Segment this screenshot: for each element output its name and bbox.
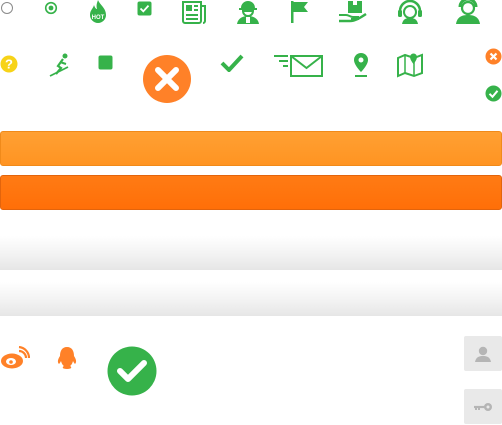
- user-button[interactable]: [464, 336, 502, 371]
- gray-bar-2[interactable]: [0, 282, 502, 316]
- customer-service-icon: [396, 0, 424, 24]
- newspaper-icon: [181, 0, 207, 24]
- mail-send-icon[interactable]: [272, 54, 324, 78]
- weibo-icon[interactable]: [0, 346, 30, 370]
- error-circle-icon[interactable]: [142, 54, 192, 104]
- gray-bar-1[interactable]: [0, 236, 502, 270]
- orange-bar-dark[interactable]: [0, 175, 502, 210]
- location-pin-icon[interactable]: [353, 52, 369, 78]
- map-icon[interactable]: [396, 52, 424, 78]
- orange-bar-light[interactable]: [0, 131, 502, 166]
- checkmark-icon: [220, 54, 244, 72]
- qq-icon[interactable]: [56, 346, 78, 370]
- box-in-hand-icon: [338, 0, 368, 24]
- flag-icon[interactable]: [290, 0, 310, 24]
- radio-checked-icon[interactable]: [44, 1, 58, 15]
- check-circle-icon: [485, 85, 502, 102]
- hot-fire-icon: HOT: [87, 0, 109, 24]
- checkbox-checked-icon[interactable]: [137, 1, 153, 17]
- svg-text:HOT: HOT: [92, 15, 105, 21]
- close-circle-icon[interactable]: [485, 48, 502, 65]
- worker-icon: [235, 0, 261, 24]
- user-icon: [474, 345, 492, 363]
- key-button[interactable]: [464, 389, 502, 424]
- skiing-icon: [48, 52, 72, 78]
- users-icon: [453, 0, 483, 24]
- help-icon[interactable]: ?: [0, 55, 18, 73]
- square-icon[interactable]: [98, 55, 114, 71]
- check-circle-large-icon: [107, 346, 157, 396]
- radio-unchecked-icon[interactable]: [0, 1, 14, 15]
- svg-text:?: ?: [5, 57, 13, 72]
- key-icon: [473, 400, 493, 414]
